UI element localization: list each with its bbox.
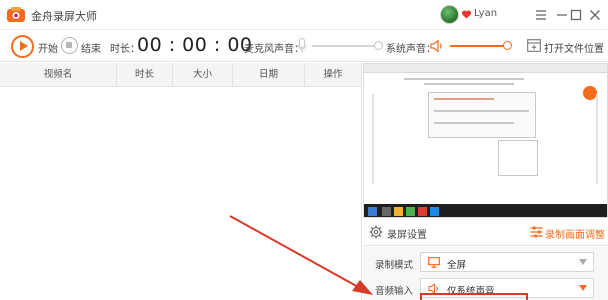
stop-button[interactable]: [61, 37, 78, 54]
chevron-down-icon: [579, 285, 587, 291]
start-button[interactable]: [11, 35, 34, 58]
mic-volume-slider[interactable]: [312, 45, 378, 47]
preview-browser-bar: [364, 64, 607, 73]
system-volume-slider[interactable]: [450, 45, 506, 47]
preview-accent-dot: [583, 86, 597, 100]
close-icon[interactable]: [585, 5, 605, 25]
audio-dropdown-highlight: [420, 293, 528, 300]
preview-text-line: [434, 122, 514, 124]
stop-label[interactable]: 结束: [81, 40, 101, 55]
preview-text-line: [424, 83, 514, 85]
user-avatar[interactable]: [440, 5, 459, 24]
preview-task-icon: [394, 207, 403, 216]
app-logo-icon: [7, 7, 25, 22]
preview-task-icon: [430, 207, 439, 216]
title-bar: 金舟录屏大师 Lyan: [0, 0, 608, 30]
column-size[interactable]: 大小: [173, 63, 233, 87]
audio-input-label: 音频输入: [375, 286, 414, 297]
record-mode-select[interactable]: 全屏: [420, 252, 594, 272]
screen-preview: [363, 63, 608, 218]
microphone-icon[interactable]: [297, 38, 307, 54]
system-volume-knob[interactable]: [503, 41, 512, 50]
column-name[interactable]: 视频名: [0, 63, 117, 87]
adjust-capture-button[interactable]: 录制画面调整: [545, 226, 605, 241]
chevron-down-icon: [579, 259, 587, 265]
preview-task-icon: [406, 207, 415, 216]
preview-divider: [372, 94, 374, 184]
adjust-sliders-icon[interactable]: [530, 226, 543, 238]
column-actions: 操作: [305, 63, 362, 87]
record-settings-header: 录屏设置 录制画面调整: [363, 218, 608, 246]
user-name[interactable]: Lyan: [474, 8, 497, 19]
column-date[interactable]: 日期: [233, 63, 305, 87]
record-mode-label: 录制模式: [375, 260, 414, 271]
preview-start-icon: [368, 207, 377, 216]
preview-divider: [596, 94, 598, 184]
file-list-header: 视频名 时长 大小 日期 操作: [0, 63, 362, 87]
file-list[interactable]: [0, 88, 362, 300]
monitor-icon: [428, 257, 440, 268]
duration-label: 时长：: [110, 44, 140, 55]
open-folder-button[interactable]: 打开文件位置: [544, 40, 604, 55]
maximize-icon[interactable]: [566, 5, 586, 25]
app-title: 金舟录屏大师: [31, 10, 97, 23]
menu-icon[interactable]: [531, 5, 551, 25]
column-duration[interactable]: 时长: [117, 63, 173, 87]
mic-volume-label: 麦克风声音：: [244, 44, 304, 55]
preview-text-line: [434, 110, 529, 112]
mic-volume-knob[interactable]: [374, 41, 383, 50]
folder-icon[interactable]: [527, 39, 541, 52]
start-label[interactable]: 开始: [38, 40, 58, 55]
speaker-icon[interactable]: [429, 38, 445, 54]
preview-text-line: [434, 98, 494, 100]
vip-heart-icon: [461, 10, 472, 19]
preview-settings-panel: [498, 140, 538, 176]
preview-task-icon: [418, 207, 427, 216]
record-mode-value: 全屏: [447, 260, 467, 271]
preview-task-icon: [382, 207, 391, 216]
record-toolbar: 开始 结束 时长： 00 : 00 : 00 麦克风声音： 系统声音： 打开文件…: [0, 30, 608, 62]
record-timer: 00 : 00 : 00: [137, 34, 253, 56]
settings-title: 录屏设置: [387, 230, 427, 241]
gear-icon: [369, 225, 383, 239]
preview-text-line: [404, 78, 524, 80]
